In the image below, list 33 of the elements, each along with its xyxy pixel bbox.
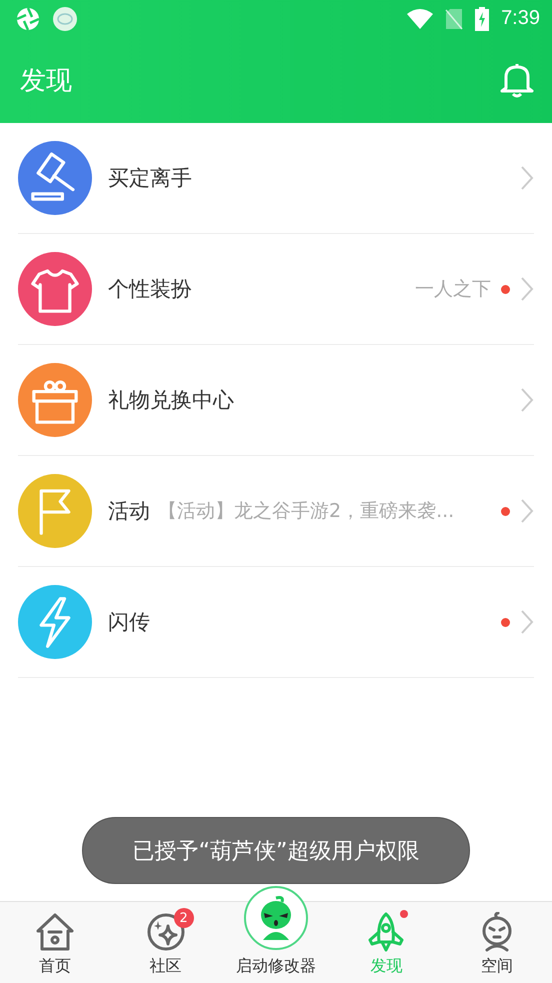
battery-icon: [475, 6, 490, 30]
chevron-icon: [520, 276, 534, 302]
nav-tab[interactable]: 启动修改器: [220, 882, 332, 983]
chevron-icon: [520, 498, 534, 524]
menu-row[interactable]: 活动 【活动】龙之谷手游2，重磅来袭...: [18, 456, 534, 567]
menu-row[interactable]: 个性装扮 一人之下: [18, 234, 534, 345]
wifi-icon: [407, 8, 434, 28]
menu-title: 个性装扮: [108, 276, 192, 303]
menu-title: 买定离手: [108, 165, 192, 192]
home-icon: [35, 912, 76, 952]
menu-title: 活动: [108, 498, 150, 525]
chevron-icon: [520, 387, 534, 413]
nav-tab[interactable]: 空间: [442, 902, 552, 983]
menu-row[interactable]: 闪传: [18, 567, 534, 678]
chevron-icon: [520, 165, 534, 191]
toast-message: 已授予“葫芦侠”超级用户权限: [82, 817, 470, 884]
status-time: 7:39: [501, 7, 540, 30]
count-badge: 2: [174, 908, 194, 928]
menu-row[interactable]: 礼物兑换中心: [18, 345, 534, 456]
menu-subtitle: 【活动】龙之谷手游2，重磅来袭...: [158, 499, 454, 524]
bell-icon[interactable]: [500, 62, 534, 98]
no-sim-icon: [445, 8, 464, 30]
page-title: 发现: [20, 64, 73, 98]
sparkle-icon: [146, 912, 186, 952]
menu-row[interactable]: 买定离手: [18, 123, 534, 234]
menu-title: 闪传: [108, 609, 150, 636]
aperture-icon: [16, 6, 40, 30]
nav-tab[interactable]: 2 社区: [110, 902, 221, 983]
menu-title: 礼物兑换中心: [108, 387, 234, 414]
menu-subtitle: 一人之下: [415, 277, 491, 302]
chevron-icon: [520, 609, 534, 635]
nav-tab[interactable]: 首页: [0, 902, 110, 983]
rocket-icon: [366, 912, 406, 952]
